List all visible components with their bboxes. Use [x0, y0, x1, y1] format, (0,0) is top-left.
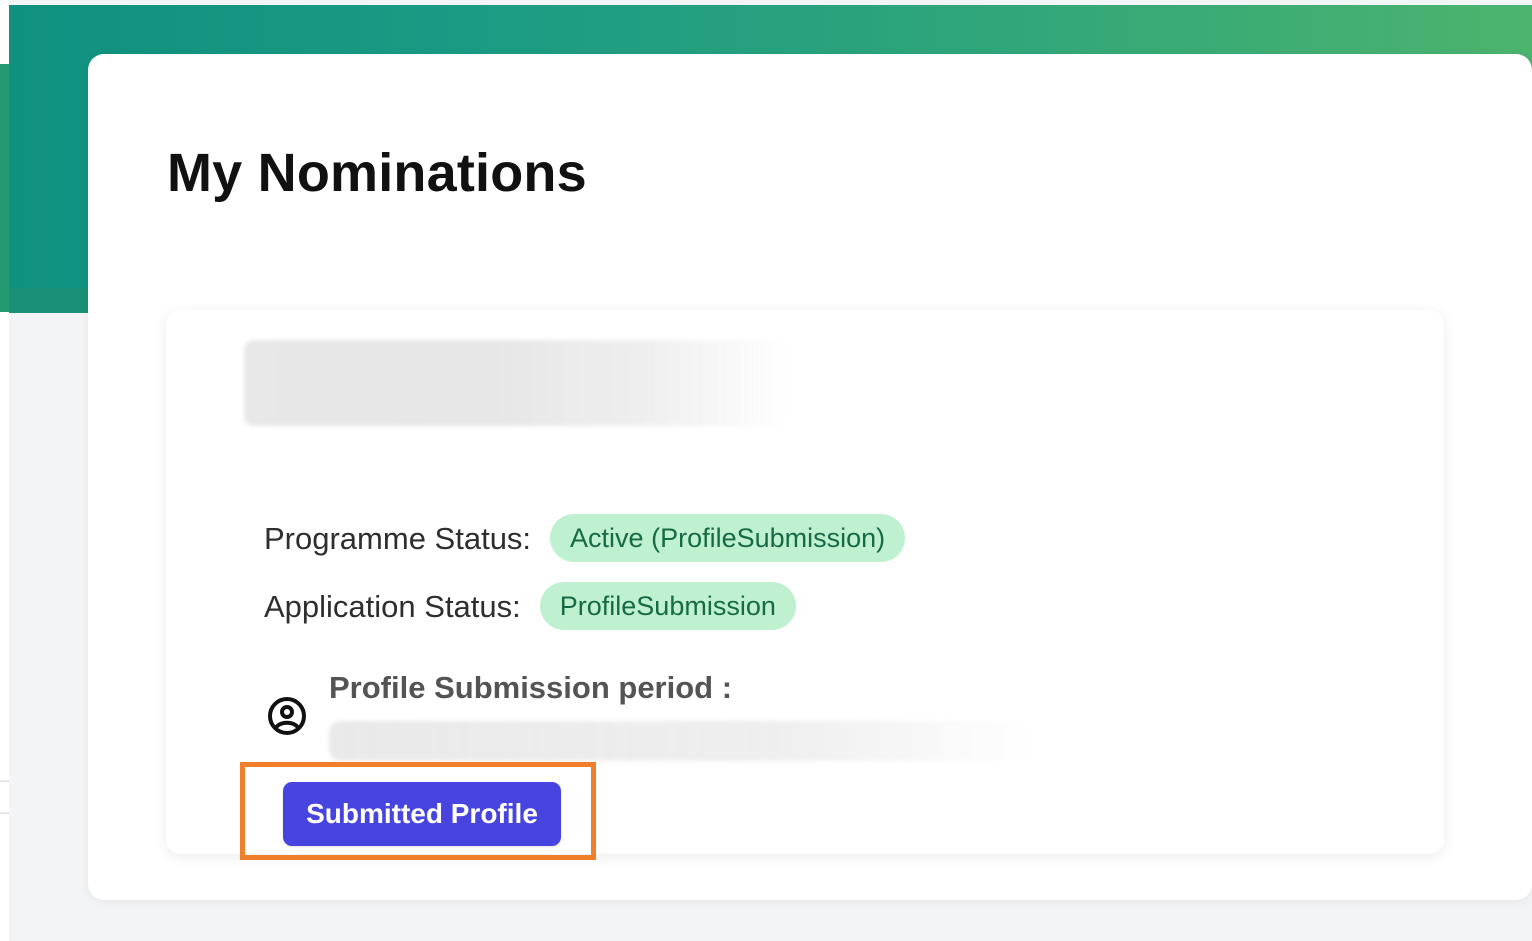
application-status-label: Application Status: [264, 588, 521, 624]
application-status-badge: ProfileSubmission [539, 582, 796, 630]
left-divider [0, 780, 9, 782]
nominations-panel: My Nominations Programme Status: Active … [88, 54, 1532, 900]
left-divider [0, 812, 9, 814]
programme-status-label: Programme Status: [264, 520, 532, 556]
page-title: My Nominations [167, 143, 587, 203]
redacted-submission-period [329, 721, 1035, 761]
nomination-card: Programme Status: Active (ProfileSubmiss… [166, 310, 1444, 860]
profile-submission-period-label: Profile Submission period : [329, 670, 733, 705]
programme-status-badge: Active (ProfileSubmission) [550, 514, 906, 562]
programme-status-row: Programme Status: Active (ProfileSubmiss… [264, 514, 906, 562]
application-status-row: Application Status: ProfileSubmission [264, 582, 796, 630]
banner-shadow-strip [9, 288, 88, 313]
left-sidebar-accent [0, 64, 9, 312]
submitted-profile-button[interactable]: Submitted Profile [283, 782, 561, 846]
redacted-nomination-title [244, 340, 790, 426]
user-circle-icon [268, 697, 306, 735]
application-page: My Nominations Programme Status: Active … [0, 0, 1532, 941]
